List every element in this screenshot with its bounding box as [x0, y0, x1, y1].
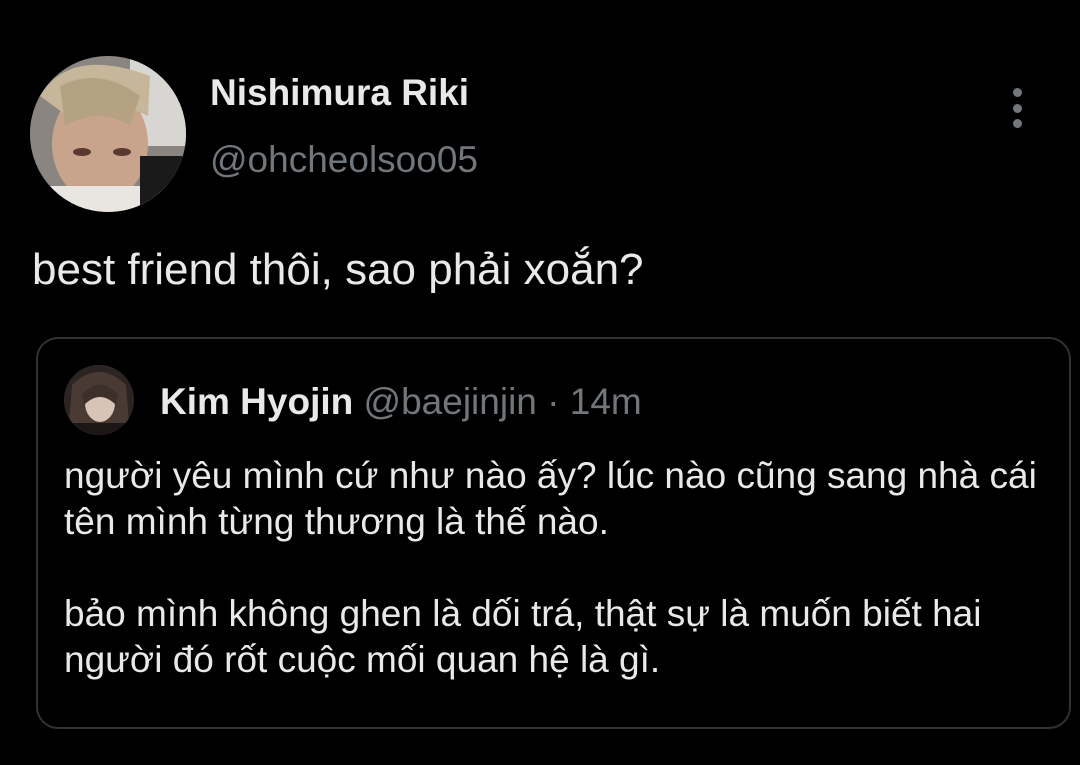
- quoted-author-name[interactable]: Kim Hyojin: [160, 381, 353, 422]
- quoted-tweet-paragraph: bảo mình không ghen là dối trá, thật sự …: [64, 593, 982, 680]
- more-vertical-icon: [1012, 88, 1022, 97]
- tweet-text: best friend thôi, sao phải xoắn?: [32, 245, 644, 294]
- quoted-tweet-paragraph: người yêu mình cứ như nào ấy? lúc nào cũ…: [64, 455, 1037, 542]
- author-name[interactable]: Nishimura Riki: [210, 72, 469, 114]
- header-separator: ·: [547, 381, 560, 422]
- quoted-author-avatar-photo: [64, 365, 134, 435]
- quoted-tweet-card[interactable]: Kim Hyojin @baejinjin · 14m người yêu mì…: [36, 337, 1071, 729]
- author-avatar-photo: [30, 56, 186, 212]
- more-vertical-icon-dot: [1012, 103, 1022, 113]
- more-options-button[interactable]: [1000, 84, 1034, 132]
- quoted-tweet-body: người yêu mình cứ như nào ấy? lúc nào cũ…: [64, 453, 1054, 683]
- quoted-tweet-header: Kim Hyojin @baejinjin · 14m: [160, 381, 642, 423]
- author-avatar[interactable]: [30, 56, 186, 212]
- more-vertical-icon-dot: [1012, 119, 1022, 128]
- author-handle[interactable]: @ohcheolsoo05: [210, 139, 478, 181]
- quoted-author-handle[interactable]: @baejinjin: [364, 381, 537, 422]
- quoted-tweet-timestamp[interactable]: 14m: [570, 381, 642, 422]
- quoted-author-avatar[interactable]: [64, 365, 134, 435]
